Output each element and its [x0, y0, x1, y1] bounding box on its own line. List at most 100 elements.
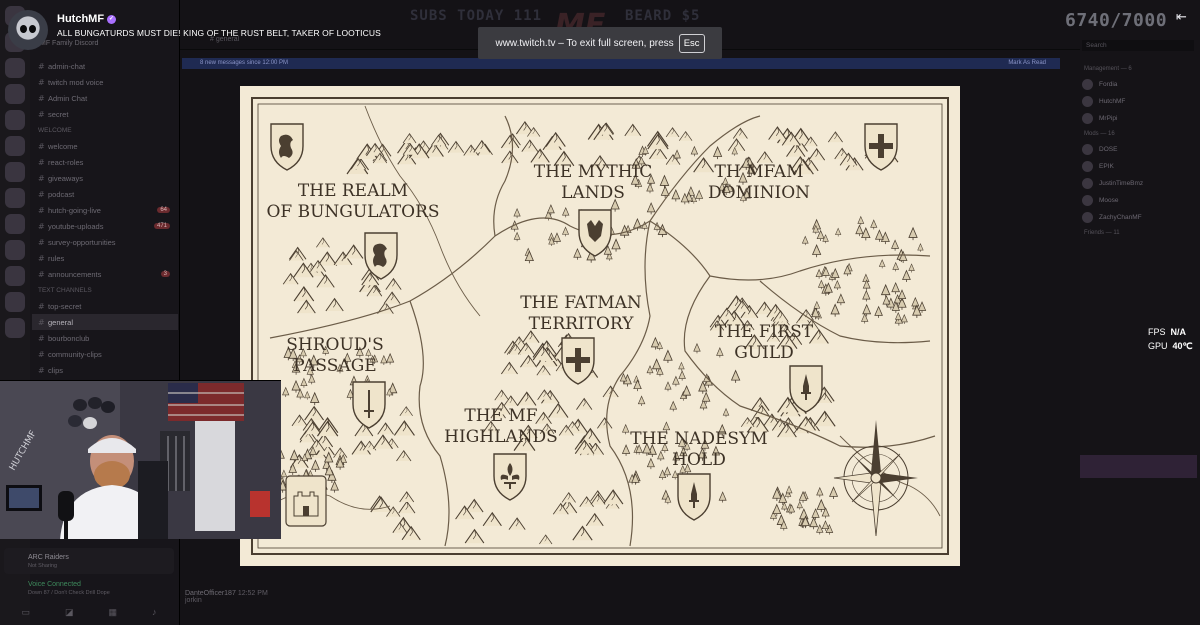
hash-icon: #	[38, 269, 45, 279]
server-icon[interactable]	[5, 84, 25, 104]
hash-icon: #	[38, 189, 45, 199]
channel-item[interactable]: # general	[32, 314, 178, 330]
channel-item[interactable]: # giveaways	[32, 170, 178, 186]
channel-item[interactable]: # secret	[32, 106, 178, 122]
hash-icon: #	[38, 109, 45, 119]
new-messages-text: 8 new messages since 12:00 PM	[200, 60, 289, 66]
hash-icon: #	[38, 205, 45, 215]
unread-count-badge: 3	[160, 271, 170, 277]
avatar	[1082, 113, 1093, 124]
server-icon[interactable]	[5, 58, 25, 78]
member-search-input[interactable]: Search	[1082, 40, 1194, 51]
member-item[interactable]: ZachyChanMF	[1082, 209, 1198, 226]
avatar	[1082, 96, 1093, 107]
compass-rose-icon	[833, 420, 918, 537]
member-item[interactable]: Fordia	[1082, 76, 1198, 93]
member-item[interactable]: HutchMF	[1082, 93, 1198, 110]
heraldic-shield-icon	[677, 473, 711, 521]
channel-item[interactable]: # twitch mod voice	[32, 74, 178, 90]
member-item[interactable]: Moose	[1082, 192, 1198, 209]
apps-icon[interactable]: ▦	[108, 607, 117, 618]
soundboard-icon[interactable]: ♪	[152, 607, 157, 617]
channel-item[interactable]: # react-roles	[32, 154, 178, 170]
goal-counter: 6740/7000	[1065, 10, 1168, 31]
channel-category-label: Welcome	[38, 126, 72, 134]
member-item[interactable]: MrPipi	[1082, 110, 1198, 127]
hash-icon: #	[38, 301, 45, 311]
channel-item[interactable]: # bourbonclub	[32, 330, 178, 346]
fps-value: N/A	[1170, 327, 1187, 337]
exit-fullscreen-icon[interactable]: ⇤	[1176, 10, 1187, 25]
member-label: JustinTimeBmz	[1099, 180, 1144, 187]
streamer-avatar[interactable]	[8, 10, 48, 50]
server-icon[interactable]	[5, 188, 25, 208]
channel-item[interactable]: # top-secret	[32, 298, 178, 314]
mark-as-read-button[interactable]: Mark As Read	[1008, 58, 1046, 69]
channel-item[interactable]: # survey-opportunities	[32, 234, 178, 250]
channel-label: clips	[48, 365, 64, 375]
fullscreen-toast-text: www.twitch.tv – To exit full screen, pre…	[495, 37, 674, 49]
channel-list: # admin-chat # twitch mod voice # Admin Chat #…	[32, 58, 178, 378]
server-icon[interactable]	[5, 266, 25, 286]
channel-label: top-secret	[48, 301, 82, 311]
channel-label: Admin Chat	[48, 93, 88, 103]
channel-item[interactable]: # community-clips	[32, 346, 178, 362]
voice-connected-text: Voice Connected	[28, 581, 81, 588]
channel-label: podcast	[48, 189, 75, 199]
channel-label: announcements	[48, 269, 102, 279]
server-icon[interactable]	[5, 162, 25, 182]
screen: MF Family Discord # admin-chat # twitch mod…	[0, 0, 1200, 625]
region-label: TERRITORY	[529, 314, 635, 334]
fps-overlay: FPS N/A GPU 40℃	[1148, 325, 1193, 353]
channel-label: community-clips	[48, 349, 102, 359]
server-icon[interactable]	[5, 240, 25, 260]
streamer-name[interactable]: HutchMF	[57, 13, 104, 25]
streamer-meta: HutchMF ✓ ALL BUNGATURDS MUST DIE! KING …	[57, 13, 381, 38]
member-list: Management — 6 Fordia HutchMF MrPipi Mods — …	[1082, 62, 1198, 240]
server-icon[interactable]	[5, 292, 25, 312]
channel-item[interactable]: # hutch-going-live 64	[32, 202, 178, 218]
voice-status[interactable]: Voice Connected Down 87 / Don't Check Dr…	[4, 578, 174, 600]
channel-category[interactable]: Text Channels	[32, 282, 178, 298]
member-label: ZachyChanMF	[1099, 214, 1142, 221]
member-highlight	[1080, 455, 1197, 478]
screen-share-icon[interactable]: ▭	[21, 607, 30, 618]
subs-today-banner: SUBS TODAY 111	[410, 8, 543, 24]
hash-icon: #	[38, 157, 45, 167]
server-icon[interactable]	[5, 318, 25, 338]
channel-item[interactable]: # rules	[32, 250, 178, 266]
channel-item[interactable]: # clips	[32, 362, 178, 378]
activity-icon[interactable]: ◪	[65, 607, 74, 618]
channel-category[interactable]: Welcome	[32, 122, 178, 138]
member-label: Management — 6	[1084, 66, 1132, 72]
channel-item[interactable]: # youtube-uploads 471	[32, 218, 178, 234]
hash-icon: #	[38, 173, 45, 183]
server-icon[interactable]	[5, 136, 25, 156]
channel-label: secret	[48, 109, 69, 119]
channel-item[interactable]: # admin-chat	[32, 58, 178, 74]
region-label: THE NADESYM	[630, 429, 767, 449]
esc-key-badge: Esc	[678, 33, 705, 53]
channel-item[interactable]: # Admin Chat	[32, 90, 178, 106]
channel-item[interactable]: # podcast	[32, 186, 178, 202]
hash-icon: #	[38, 317, 45, 327]
activity-card[interactable]: ARC Raiders Not Sharing	[4, 548, 174, 574]
chat-author[interactable]: DanteOfficer187	[185, 590, 236, 597]
new-messages-bar[interactable]: 8 new messages since 12:00 PM Mark As Re…	[182, 58, 1060, 69]
channel-item[interactable]: # welcome	[32, 138, 178, 154]
channel-label: rules	[48, 253, 65, 263]
chat-time: 12:52 PM	[237, 590, 268, 597]
member-item[interactable]: DOSE	[1082, 141, 1198, 158]
channel-label: general	[48, 317, 74, 327]
member-item[interactable]: EPIK	[1082, 158, 1198, 175]
channel-label: admin-chat	[48, 61, 86, 71]
member-group-header: Friends — 11	[1082, 226, 1198, 240]
gpu-value: 40℃	[1172, 341, 1193, 351]
member-item[interactable]: JustinTimeBmz	[1082, 175, 1198, 192]
channel-item[interactable]: # announcements 3	[32, 266, 178, 282]
server-icon[interactable]	[5, 214, 25, 234]
streamer-header: HutchMF ✓ ALL BUNGATURDS MUST DIE! KING …	[8, 10, 381, 50]
server-icon[interactable]	[5, 110, 25, 130]
avatar	[1082, 178, 1093, 189]
hash-icon: #	[38, 237, 45, 247]
